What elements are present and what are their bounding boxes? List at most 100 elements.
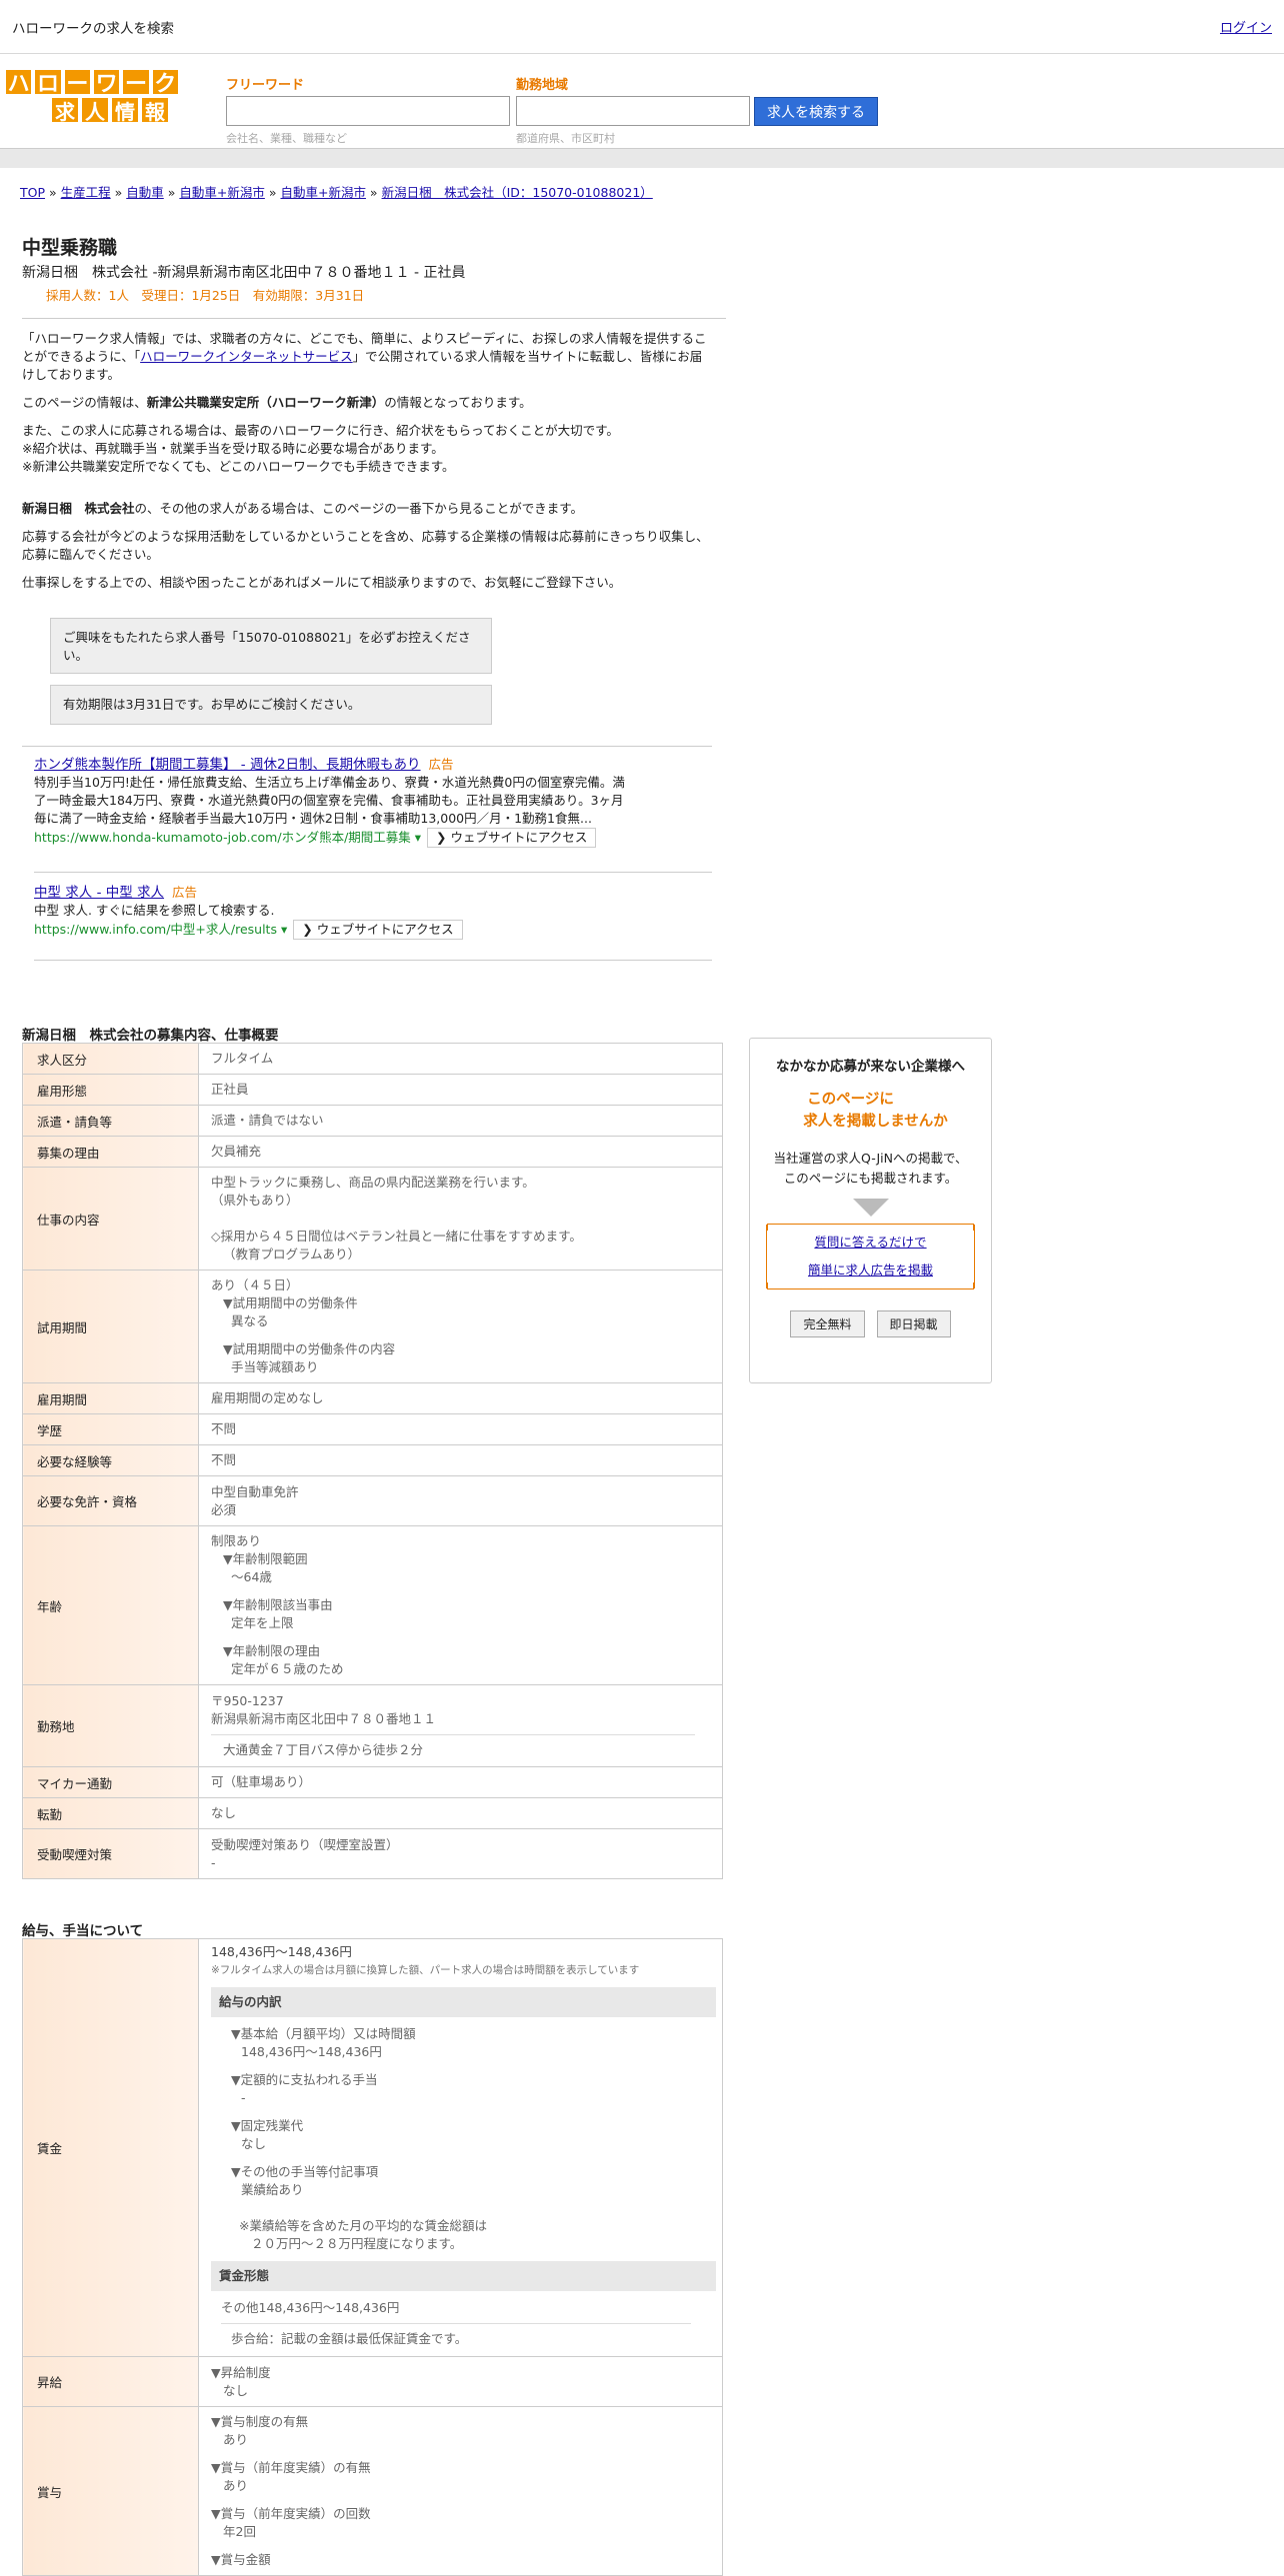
job-title: 中型乗務職 bbox=[22, 237, 118, 259]
section-title: 給与、手当について bbox=[22, 1923, 144, 1939]
breadcrumb-link[interactable]: 自動車+新潟市 bbox=[179, 185, 264, 200]
breadcrumb-link[interactable]: TOP bbox=[20, 185, 45, 200]
login-link[interactable]: ログイン bbox=[1220, 17, 1272, 36]
breakdown-item-value: 148,436円〜148,436円 bbox=[241, 2044, 382, 2059]
visit-website-button[interactable]: ❯ ウェブサイトにアクセス bbox=[293, 920, 463, 940]
area-hint: 都道府県、市区町村 bbox=[516, 132, 615, 145]
sidebar-desc: 当社運営の求人Q-JiNへの掲載で、 このページにも掲載されます。 bbox=[750, 1149, 991, 1189]
row-value: 不問 bbox=[198, 1444, 723, 1476]
intro-paragraph: 応募する会社が今どのような採用活動をしているかということを含め、応募する企業様の… bbox=[22, 529, 709, 562]
breadcrumb-link[interactable]: 自動車 bbox=[126, 185, 164, 200]
value-line: 大通黄金７丁目バス停から徒歩２分 bbox=[223, 1742, 424, 1757]
value-line: 必須 bbox=[211, 1501, 237, 1517]
visit-website-label: ウェブサイトにアクセス bbox=[450, 830, 588, 845]
table-row: 募集の理由 欠員補充 bbox=[22, 1136, 723, 1168]
job-meta: 採用人数：1人 受理日：1月25日 有効期限：3月31日 bbox=[46, 288, 365, 303]
sidebar-link-answer[interactable]: 質問に答えるだけで bbox=[814, 1235, 926, 1250]
breakdown-item-head: ▼固定残業代 bbox=[231, 2118, 304, 2133]
breakdown-item-value: なし bbox=[241, 2136, 267, 2151]
wage-note: ※フルタイム求人の場合は月額に換算した額、パート求人の場合は時間額を表示していま… bbox=[211, 1964, 640, 1976]
down-arrow-icon bbox=[852, 1199, 889, 1217]
table-row: 賃金 148,436円〜148,436円 ※フルタイム求人の場合は月額に換算した… bbox=[22, 1938, 723, 2357]
row-key: 受動喫煙対策 bbox=[22, 1828, 199, 1879]
sidebar-buttons: 完全無料 即日掲載 bbox=[750, 1310, 991, 1337]
row-key: 雇用形態 bbox=[22, 1074, 199, 1106]
breadcrumb-link[interactable]: 生産工程 bbox=[61, 185, 111, 200]
same-day-button[interactable]: 即日掲載 bbox=[876, 1310, 951, 1337]
ad-title-link[interactable]: ホンダ熊本製作所【期間工募集】 - 週休2日制、長期休暇もあり bbox=[34, 757, 421, 773]
search-button[interactable]: 求人を検索する bbox=[754, 97, 878, 126]
breakdown-item-head: ▼その他の手当等付記事項 bbox=[231, 2164, 379, 2179]
value-line: 定年を上限 bbox=[231, 1615, 294, 1630]
logo-char: 人 bbox=[80, 96, 110, 124]
ad-description: 特別手当10万円!赴任・帰任旅費支給、生活立ち上げ準備金あり、寮費・水道光熱費0… bbox=[34, 775, 625, 826]
value-line: 中型自動車免許 bbox=[211, 1483, 299, 1499]
free-button[interactable]: 完全無料 bbox=[790, 1310, 865, 1337]
wage-table: 賃金 148,436円〜148,436円 ※フルタイム求人の場合は月額に換算した… bbox=[22, 1938, 723, 2576]
row-value: 不問 bbox=[198, 1413, 723, 1445]
value-line: ▼年齢制限該当事由 bbox=[223, 1597, 333, 1612]
value-line: 新潟県新潟市南区北田中７８０番地１１ bbox=[211, 1711, 437, 1726]
ad-url[interactable]: https://www.honda-kumamoto-job.com/ホンダ熊本… bbox=[34, 830, 411, 845]
row-key: 試用期間 bbox=[22, 1270, 199, 1383]
hellowork-internet-link[interactable]: ハローワークインターネットサービス bbox=[140, 349, 353, 364]
free-word-input[interactable] bbox=[226, 96, 510, 126]
company-line: 新潟日梱 株式会社 -新潟県新潟市南区北田中７８０番地１１ - 正社員 bbox=[22, 265, 466, 281]
table-row: 派遣・請負等 派遣・請負ではない bbox=[22, 1105, 723, 1137]
value-line: 受動喫煙対策あり（喫煙室設置） bbox=[211, 1836, 399, 1852]
breakdown-item-head: ▼基本給（月額平均）又は時間額 bbox=[231, 2026, 416, 2041]
logo-char: 情 bbox=[110, 96, 140, 124]
breakdown-item-value: - bbox=[241, 2090, 246, 2105]
job-number-note: ご興味をもたれたら求人番号「15070-01088021」を必ずお控えください。 bbox=[50, 618, 492, 674]
value-line: ◇採用から４５日間位はベテラン社員と一緒に仕事をすすめます。 bbox=[211, 1229, 582, 1244]
divider bbox=[211, 1734, 695, 1735]
breadcrumb-link[interactable]: 自動車+新潟市 bbox=[280, 185, 365, 200]
visit-website-button[interactable]: ❯ ウェブサイトにアクセス bbox=[427, 828, 597, 848]
bonus-item-value: あり bbox=[223, 2432, 249, 2447]
value-line: 定年が６５歳のため bbox=[231, 1661, 344, 1676]
free-word-hint: 会社名、業種、職種など bbox=[226, 132, 347, 145]
row-key: 賞与 bbox=[22, 2406, 199, 2576]
sidebar-catch-line: 求人を掲載しませんか bbox=[803, 1114, 948, 1130]
logo-char: 求 bbox=[50, 96, 80, 124]
intro-paragraph: また、この求人に応募される場合は、最寄のハローワークに行き、紹介状をもらっておく… bbox=[22, 422, 714, 476]
row-key: 勤務地 bbox=[22, 1684, 199, 1767]
sidebar-desc-line: 当社運営の求人Q-JiNへの掲載で、 bbox=[773, 1151, 968, 1166]
site-logo[interactable]: ハ ロ ー ワ ー ク 求 人 情 報 bbox=[4, 68, 180, 124]
row-value: 148,436円〜148,436円 ※フルタイム求人の場合は月額に換算した額、パ… bbox=[198, 1938, 723, 2357]
area-input[interactable] bbox=[516, 96, 750, 126]
ad-url[interactable]: https://www.info.com/中型+求人/results bbox=[34, 922, 277, 937]
sidebar-desc-line: このページにも掲載されます。 bbox=[783, 1171, 958, 1186]
value-line: ▼年齢制限範囲 bbox=[223, 1551, 308, 1566]
sidebar-heading: なかなか応募が来ない企業様へ bbox=[776, 1059, 965, 1075]
sidebar-link-post[interactable]: 簡単に求人広告を掲載 bbox=[808, 1263, 933, 1278]
bonus-item-head: ▼賞与金額 bbox=[211, 2552, 271, 2567]
value-line: あり（４５日） bbox=[211, 1278, 299, 1292]
bonus-item-head: ▼賞与（前年度実績）の回数 bbox=[211, 2506, 371, 2521]
row-key: 必要な経験等 bbox=[22, 1444, 199, 1476]
breadcrumb-link[interactable]: 新潟日梱 株式会社（ID：15070-01088021） bbox=[382, 185, 653, 200]
header-band bbox=[0, 148, 1284, 168]
table-row: 求人区分 フルタイム bbox=[22, 1043, 723, 1075]
intro-text-part: ※新津公共職業安定所でなくても、どこのハローワークでも手続きできます。 bbox=[22, 459, 455, 474]
row-value: 欠員補充 bbox=[198, 1136, 723, 1168]
row-value: 雇用期間の定めなし bbox=[198, 1382, 723, 1414]
row-value: 中型トラックに乗務し、商品の県内配送業務を行います。 （県外もあり） ◇採用から… bbox=[198, 1167, 723, 1271]
ad-title-link[interactable]: 中型 求人 - 中型 求人 bbox=[34, 885, 164, 901]
breadcrumb: TOP » 生産工程 » 自動車 » 自動車+新潟市 » 自動車+新潟市 » 新… bbox=[20, 185, 653, 200]
table-row: 試用期間 あり（４５日） ▼試用期間中の労働条件 異なる ▼試用期間中の労働条件… bbox=[22, 1270, 723, 1383]
table-row: 年齢 制限あり ▼年齢制限範囲 〜64歳 ▼年齢制限該当事由 定年を上限 ▼年齢… bbox=[22, 1525, 723, 1685]
intro-text: 「ハローワーク求人情報」では、求職者の方々に、どこでも、簡単に、よりスピーディに… bbox=[22, 330, 714, 602]
row-key: 求人区分 bbox=[22, 1043, 199, 1075]
site-title: ハローワークの求人を検索 bbox=[12, 20, 174, 37]
office-name: 新津公共職業安定所（ハローワーク新津） bbox=[146, 395, 385, 410]
logo-char: ー bbox=[62, 68, 92, 97]
table-row: 仕事の内容 中型トラックに乗務し、商品の県内配送業務を行います。 （県外もあり）… bbox=[22, 1167, 723, 1271]
intro-paragraph: 新潟日梱 株式会社の、その他の求人がある場合は、このページの一番下から見ることが… bbox=[22, 500, 714, 518]
value-line: なし bbox=[223, 2382, 249, 2398]
value-line: 手当等減額あり bbox=[231, 1359, 319, 1374]
table-row: 必要な経験等 不問 bbox=[22, 1444, 723, 1476]
table-row: 必要な免許・資格 中型自動車免許 必須 bbox=[22, 1475, 723, 1526]
ad-badge: 広告 bbox=[172, 885, 198, 900]
logo-char: ク bbox=[150, 68, 180, 97]
